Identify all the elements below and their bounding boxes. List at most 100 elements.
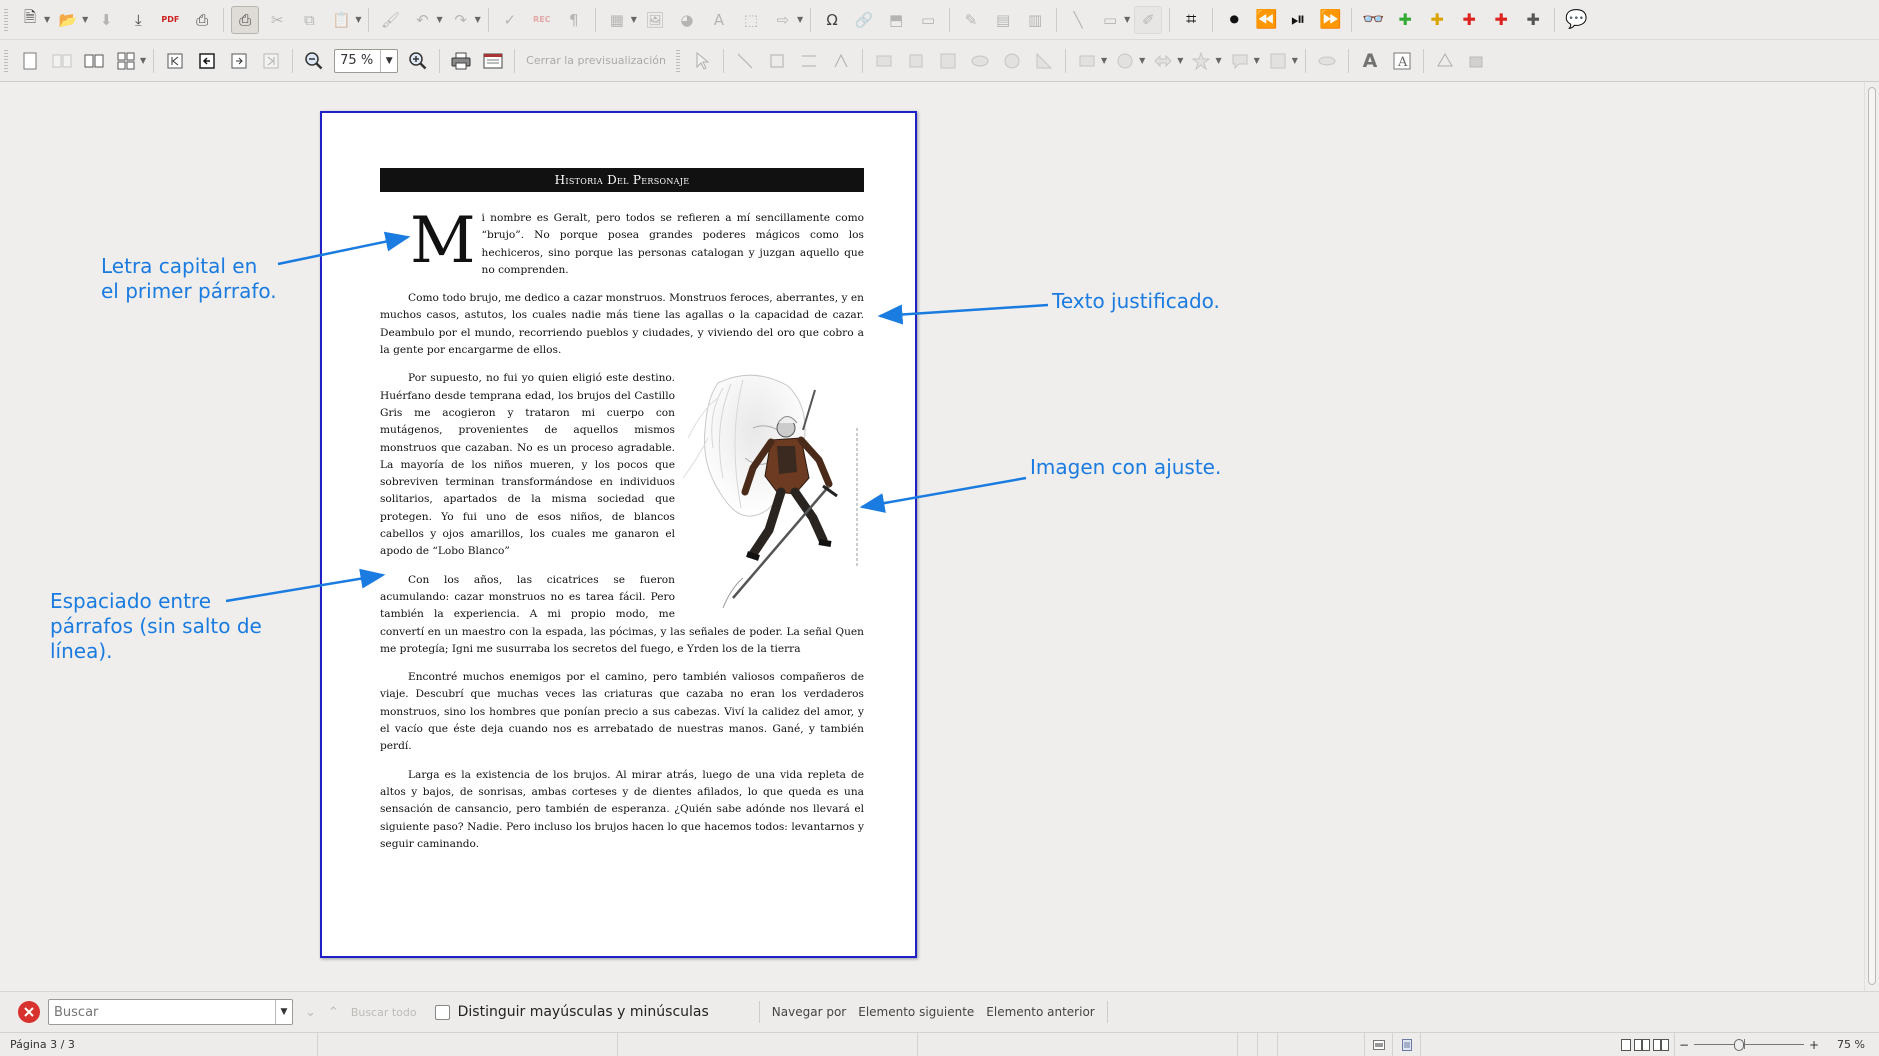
- shape-triangle-icon[interactable]: [1030, 47, 1058, 75]
- status-selection-mode[interactable]: [1258, 1033, 1278, 1056]
- field-icon[interactable]: ⇨: [769, 6, 797, 34]
- comment-icon[interactable]: ▭: [914, 6, 942, 34]
- clone-formatting-icon[interactable]: 🖌: [376, 6, 404, 34]
- print-icon[interactable]: ⎙: [188, 6, 216, 34]
- extension-green-icon[interactable]: ✚: [1391, 6, 1419, 34]
- toolbar-grip[interactable]: [675, 49, 680, 72]
- next-element-button[interactable]: Elemento siguiente: [858, 1005, 974, 1019]
- chevron-down-icon[interactable]: ▼: [44, 15, 50, 24]
- record-changes-icon[interactable]: REC: [528, 6, 556, 34]
- edit-points-icon[interactable]: [827, 47, 855, 75]
- special-character-icon[interactable]: Ω: [818, 6, 846, 34]
- zoom-in-plus-icon[interactable]: +: [1809, 1038, 1819, 1052]
- status-insert-mode[interactable]: [1238, 1033, 1258, 1056]
- last-page-icon[interactable]: [257, 47, 285, 75]
- status-language[interactable]: [918, 1033, 1238, 1056]
- hyperlink-icon[interactable]: 🔗: [850, 6, 878, 34]
- chart-icon[interactable]: ◕: [673, 6, 701, 34]
- rewind-icon[interactable]: ⏪: [1252, 6, 1280, 34]
- status-word-count[interactable]: [318, 1033, 618, 1056]
- zoom-percent[interactable]: 75 %: [1823, 1033, 1879, 1056]
- toolbar-grip[interactable]: [4, 49, 8, 72]
- new-document-icon[interactable]: 🗎: [16, 6, 44, 34]
- find-next-icon[interactable]: ⌄: [305, 1005, 316, 1020]
- previous-element-button[interactable]: Elemento anterior: [986, 1005, 1094, 1019]
- callouts-icon[interactable]: [1226, 47, 1254, 75]
- shape-rect-icon[interactable]: [870, 47, 898, 75]
- extrusion-icon[interactable]: [1313, 47, 1341, 75]
- previous-page-icon[interactable]: [193, 47, 221, 75]
- zoom-out-minus-icon[interactable]: −: [1679, 1038, 1689, 1052]
- match-case-label[interactable]: Distinguir mayúsculas y minúsculas: [458, 1004, 709, 1020]
- show-draw-functions-icon[interactable]: ✐: [1134, 5, 1163, 34]
- paste-icon[interactable]: 📋: [327, 6, 355, 34]
- frame-icon[interactable]: ⬚: [737, 6, 765, 34]
- flowchart-icon[interactable]: [1264, 47, 1292, 75]
- find-previous-icon[interactable]: ⌃: [328, 1005, 339, 1020]
- match-case-checkbox[interactable]: [434, 1004, 450, 1020]
- cut-icon[interactable]: ✂: [263, 6, 291, 34]
- chevron-down-icon[interactable]: ▼: [380, 49, 397, 72]
- page-info[interactable]: Página 3 / 3: [0, 1033, 318, 1056]
- export-pdf-icon[interactable]: PDF: [156, 6, 184, 34]
- play-pause-icon[interactable]: ⏯: [1284, 6, 1312, 34]
- next-page-icon[interactable]: [225, 47, 253, 75]
- chevron-down-icon[interactable]: ▼: [1101, 56, 1107, 65]
- print-preview-icon[interactable]: ⎙: [231, 5, 260, 34]
- chevron-down-icon[interactable]: ▼: [475, 15, 481, 24]
- book-view-icon[interactable]: [80, 47, 108, 75]
- chevron-down-icon[interactable]: ▼: [1292, 56, 1298, 65]
- 3d-settings-icon[interactable]: [1463, 47, 1491, 75]
- block-arrows-icon[interactable]: [1149, 47, 1177, 75]
- close-find-bar-icon[interactable]: [18, 1001, 40, 1023]
- open-folder-icon[interactable]: 📂: [54, 6, 82, 34]
- chevron-down-icon[interactable]: ▼: [436, 15, 442, 24]
- image-icon[interactable]: 🖼: [641, 6, 669, 34]
- status-selection-icon[interactable]: [1365, 1033, 1393, 1056]
- fontwork-icon[interactable]: A: [705, 6, 733, 34]
- find-all-button[interactable]: Buscar todo: [351, 1006, 417, 1019]
- chevron-down-icon[interactable]: ▼: [275, 1000, 292, 1024]
- chevron-down-icon[interactable]: ▼: [1254, 56, 1260, 65]
- chevron-down-icon[interactable]: ▼: [1215, 56, 1221, 65]
- footnote-icon[interactable]: ⬒: [882, 6, 910, 34]
- chevron-down-icon[interactable]: ▼: [1124, 15, 1130, 24]
- select-pointer-icon[interactable]: [688, 47, 716, 75]
- chevron-down-icon[interactable]: ▼: [797, 15, 803, 24]
- single-page-layout-icon[interactable]: [1620, 1038, 1631, 1051]
- fast-forward-icon[interactable]: ⏩: [1316, 6, 1344, 34]
- zoom-in-icon[interactable]: [404, 47, 432, 75]
- undo-icon[interactable]: ↶: [408, 6, 436, 34]
- shape-ellipse-icon[interactable]: [966, 47, 994, 75]
- text-box-icon[interactable]: A: [1388, 47, 1416, 75]
- redo-icon[interactable]: ↷: [447, 6, 475, 34]
- formatting-marks-icon[interactable]: ¶: [560, 6, 588, 34]
- binoculars-icon[interactable]: 👓: [1359, 6, 1387, 34]
- multiple-pages-icon[interactable]: [112, 47, 140, 75]
- toolbar-grip[interactable]: [4, 8, 8, 31]
- chevron-down-icon[interactable]: ▼: [1177, 56, 1183, 65]
- chevron-down-icon[interactable]: ▼: [631, 15, 637, 24]
- single-page-view-icon[interactable]: [16, 47, 44, 75]
- symbol-shapes-icon[interactable]: [1111, 47, 1139, 75]
- spellcheck-icon[interactable]: ✓: [496, 6, 524, 34]
- fontwork-icon[interactable]: A: [1356, 47, 1384, 75]
- export-icon[interactable]: ⤓: [124, 6, 152, 34]
- toggle-extrusion-icon[interactable]: [1431, 47, 1459, 75]
- zoom-slider[interactable]: − +: [1675, 1033, 1823, 1056]
- zoom-value[interactable]: 75 %: [335, 53, 380, 68]
- speech-bubble-icon[interactable]: 💬: [1562, 6, 1590, 34]
- search-input[interactable]: [49, 1003, 275, 1021]
- save-icon[interactable]: ⬇: [92, 6, 120, 34]
- footer-icon[interactable]: ▥: [1021, 6, 1049, 34]
- shape-frame-icon[interactable]: [934, 47, 962, 75]
- chevron-down-icon[interactable]: ▼: [1139, 56, 1145, 65]
- document-page[interactable]: Historia Del Personaje Mi nombre es Gera…: [320, 111, 917, 958]
- chevron-down-icon[interactable]: ▼: [140, 56, 146, 65]
- extension-doc-icon[interactable]: ✚: [1519, 6, 1547, 34]
- stars-icon[interactable]: [1187, 47, 1215, 75]
- multi-page-layout-icon[interactable]: [1633, 1038, 1650, 1051]
- scrollbar-thumb[interactable]: [1868, 87, 1876, 985]
- shape-square-icon[interactable]: [902, 47, 930, 75]
- chevron-down-icon[interactable]: ▼: [82, 15, 88, 24]
